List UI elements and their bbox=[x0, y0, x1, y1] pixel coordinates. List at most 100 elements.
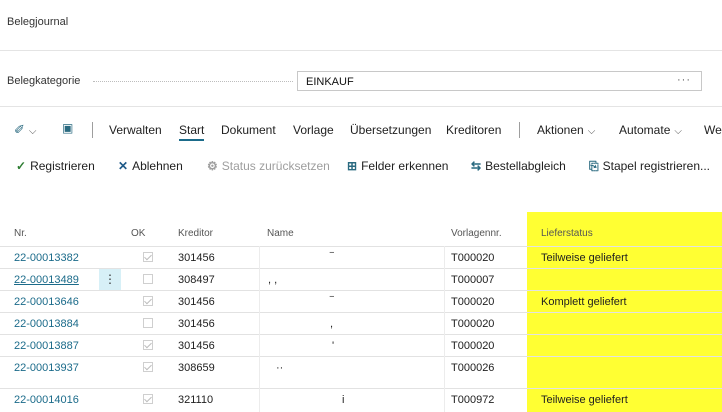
chevron-down-icon: ⌵ bbox=[587, 126, 596, 137]
table-row[interactable]: 22-00013884 301456 , T000020 bbox=[0, 312, 722, 335]
action-menu-bar: ✐ ⌵ ▣ Verwalten Start Dokument Vorlage Üb… bbox=[0, 120, 722, 141]
menu-automate-label: Automate bbox=[619, 123, 671, 137]
column-divider bbox=[259, 246, 260, 412]
gear-icon: ⚙ bbox=[207, 159, 218, 173]
menu-dokument[interactable]: Dokument bbox=[221, 123, 276, 137]
kreditor-cell: 308497 bbox=[178, 274, 215, 286]
batch-post-icon: ⎘ bbox=[589, 159, 599, 173]
registrieren-label: Registrieren bbox=[30, 159, 95, 173]
ok-checkbox bbox=[143, 274, 153, 284]
document-number-link[interactable]: 22-00013489 bbox=[14, 274, 79, 286]
vorlagennr-cell: T000020 bbox=[451, 296, 495, 308]
table-row[interactable]: 22-00014016 321110 i T000972 Teilweise g… bbox=[0, 388, 722, 411]
lieferstatus-cell: Teilweise geliefert bbox=[541, 394, 628, 406]
kreditor-cell: 301456 bbox=[178, 318, 215, 330]
table-row[interactable]: 22-00013887 301456 ' T000020 bbox=[0, 334, 722, 357]
menu-uebersetzungen[interactable]: Übersetzungen bbox=[350, 123, 431, 137]
bestellabgleich-button[interactable]: ⇆ Bestellabgleich bbox=[471, 159, 566, 173]
column-header-ok[interactable]: OK bbox=[131, 228, 145, 239]
menu-verwalten[interactable]: Verwalten bbox=[109, 123, 162, 137]
active-tab-indicator bbox=[179, 139, 204, 141]
menu-aktionen-label: Aktionen bbox=[537, 123, 584, 137]
name-cell: ‾ bbox=[330, 252, 334, 264]
chevron-down-icon: ⌵ bbox=[674, 126, 682, 137]
divider bbox=[0, 50, 722, 51]
ok-checkbox bbox=[143, 394, 153, 404]
kreditor-cell: 308659 bbox=[178, 362, 215, 374]
document-number-link[interactable]: 22-00013646 bbox=[14, 296, 79, 308]
actions-bar: ✓ Registrieren ✕ Ablehnen ⚙ Status zurückse… bbox=[0, 156, 722, 176]
document-number-link[interactable]: 22-00013887 bbox=[14, 340, 79, 352]
status-zuruecksetzen-label: Status zurücksetzen bbox=[221, 159, 330, 173]
column-header-vorlagennr[interactable]: Vorlagennr. bbox=[451, 228, 502, 239]
lieferstatus-cell: Teilweise geliefert bbox=[541, 252, 628, 264]
kreditor-cell: 301456 bbox=[178, 252, 215, 264]
lieferstatus-cell: Komplett geliefert bbox=[541, 296, 627, 308]
status-zuruecksetzen-button[interactable]: ⚙ Status zurücksetzen bbox=[207, 159, 330, 173]
document-number-link[interactable]: 22-00014016 bbox=[14, 394, 79, 406]
column-header-nr[interactable]: Nr. bbox=[14, 228, 27, 239]
detect-fields-icon: ⊞ bbox=[347, 159, 358, 173]
registrieren-button[interactable]: ✓ Registrieren bbox=[16, 159, 95, 173]
vorlagennr-cell: T000020 bbox=[451, 318, 495, 330]
menu-separator bbox=[519, 122, 520, 138]
menu-overflow-item[interactable]: We bbox=[704, 123, 722, 137]
menu-automate[interactable]: Automate ⌵ bbox=[619, 123, 682, 137]
category-label: Belegkategorie bbox=[7, 75, 81, 87]
ablehnen-label: Ablehnen bbox=[132, 159, 183, 173]
table-row[interactable]: 22-00013646 301456 ‾ T000020 Komplett ge… bbox=[0, 290, 722, 313]
view-pane-icon[interactable]: ▣ bbox=[62, 121, 73, 135]
category-filter: Belegkategorie EINKAUF ··· bbox=[7, 71, 722, 93]
table-row-selected[interactable]: 22-00013489 ⋮ 308497 , , T000007 bbox=[0, 268, 722, 291]
category-lookup-button[interactable]: ··· bbox=[677, 74, 691, 86]
label-leader-dots bbox=[93, 81, 293, 82]
name-cell: ' bbox=[332, 340, 335, 352]
kreditor-cell: 321110 bbox=[178, 394, 214, 406]
stapel-registrieren-button[interactable]: ⎘ Stapel registrieren... bbox=[589, 159, 710, 174]
divider bbox=[0, 106, 722, 107]
ok-checkbox bbox=[143, 340, 153, 350]
page-title: Belegjournal bbox=[7, 16, 69, 28]
order-match-icon: ⇆ bbox=[471, 159, 482, 173]
name-cell: , bbox=[330, 318, 334, 330]
table-row[interactable]: 22-00013937 308659 ·· T000026 bbox=[0, 356, 722, 379]
felder-erkennen-button[interactable]: ⊞ Felder erkennen bbox=[347, 159, 448, 173]
ablehnen-button[interactable]: ✕ Ablehnen bbox=[118, 159, 183, 173]
x-icon: ✕ bbox=[118, 159, 129, 173]
kreditor-cell: 301456 bbox=[178, 296, 215, 308]
vorlagennr-cell: T000972 bbox=[451, 394, 495, 406]
ok-checkbox bbox=[143, 318, 153, 328]
column-header-name[interactable]: Name bbox=[267, 228, 294, 239]
vorlagennr-cell: T000020 bbox=[451, 340, 495, 352]
checkmark-icon: ✓ bbox=[16, 159, 27, 173]
column-divider bbox=[444, 246, 445, 412]
menu-start[interactable]: Start bbox=[179, 123, 204, 137]
column-header-lieferstatus[interactable]: Lieferstatus bbox=[541, 228, 593, 239]
menu-aktionen[interactable]: Aktionen ⌵ bbox=[537, 123, 595, 137]
menu-vorlage[interactable]: Vorlage bbox=[293, 123, 334, 137]
category-input[interactable]: EINKAUF ··· bbox=[297, 71, 702, 91]
vorlagennr-cell: T000020 bbox=[451, 252, 495, 264]
column-header-kreditor[interactable]: Kreditor bbox=[178, 228, 213, 239]
vorlagennr-cell: T000007 bbox=[451, 274, 495, 286]
felder-erkennen-label: Felder erkennen bbox=[361, 159, 449, 173]
name-cell: ‾ bbox=[330, 296, 334, 308]
table-row[interactable]: 22-00013382 301456 ‾ T000020 Teilweise g… bbox=[0, 246, 722, 269]
document-number-link[interactable]: 22-00013884 bbox=[14, 318, 79, 330]
ok-checkbox bbox=[143, 362, 153, 372]
bestellabgleich-label: Bestellabgleich bbox=[485, 159, 566, 173]
row-menu-icon[interactable]: ⋮ bbox=[99, 269, 121, 290]
vorlagennr-cell: T000026 bbox=[451, 362, 495, 374]
name-cell: i bbox=[342, 394, 345, 406]
name-cell: ·· bbox=[276, 362, 284, 374]
name-cell: , , bbox=[268, 274, 278, 286]
document-number-link[interactable]: 22-00013937 bbox=[14, 362, 79, 374]
menu-kreditoren[interactable]: Kreditoren bbox=[446, 123, 501, 137]
category-value: EINKAUF bbox=[306, 76, 354, 88]
stapel-registrieren-label: Stapel registrieren... bbox=[602, 159, 710, 173]
menu-separator bbox=[92, 122, 93, 138]
ok-checkbox bbox=[143, 296, 153, 306]
document-number-link[interactable]: 22-00013382 bbox=[14, 252, 79, 264]
ok-checkbox bbox=[143, 252, 153, 262]
personalize-icon[interactable]: ✐ ⌵ bbox=[14, 122, 37, 138]
